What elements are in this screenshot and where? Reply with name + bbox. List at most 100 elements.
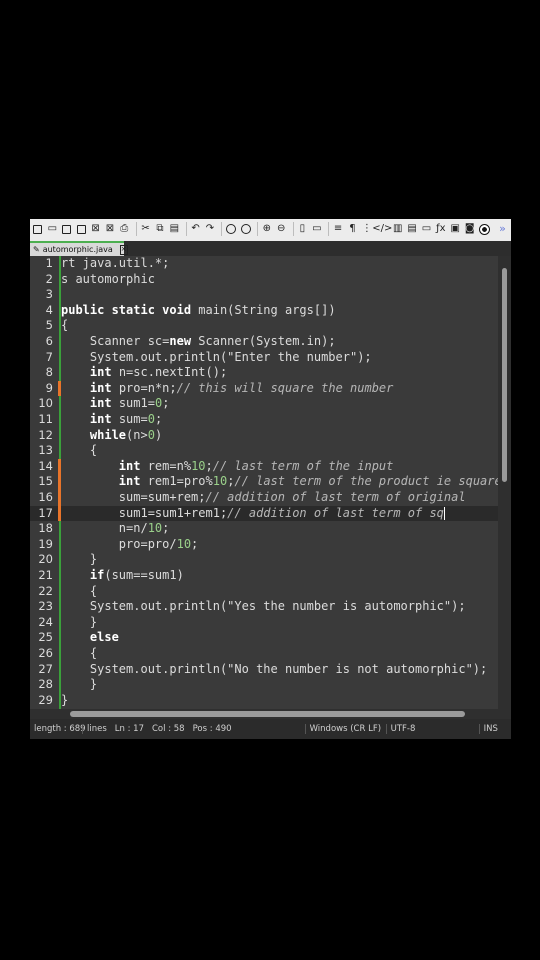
sync-scroll-h-icon[interactable]: ▭ [311, 222, 323, 236]
close-all-icon[interactable]: ⊠ [104, 222, 116, 236]
open-file-icon[interactable]: ▭ [46, 222, 58, 236]
vertical-scrollbar[interactable] [498, 256, 511, 709]
line-number: 19 [38, 536, 53, 551]
line-number: 27 [38, 661, 53, 676]
line-number: 23 [38, 599, 53, 614]
line-number: 28 [38, 677, 53, 692]
code-line[interactable]: 29} [30, 693, 498, 709]
code-line[interactable]: 14 int rem=n%10;// last term of the inpu… [30, 458, 498, 475]
copy-icon[interactable]: ⧉ [154, 222, 166, 236]
code-line[interactable]: 12 while(n>0) [30, 428, 498, 444]
horizontal-scrollbar[interactable] [30, 709, 511, 719]
zoom-out-icon[interactable]: ⊖ [275, 222, 287, 236]
code-line[interactable]: 22 { [30, 584, 498, 600]
line-number: 7 [45, 349, 53, 364]
line-number: 13 [38, 443, 53, 458]
code-line[interactable]: 25 else [30, 630, 498, 646]
code-line[interactable]: 21 if(sum==sum1) [30, 568, 498, 584]
line-number: 16 [38, 490, 53, 504]
code-line[interactable]: 6 Scanner sc=new Scanner(System.in); [30, 334, 498, 350]
word-wrap-icon[interactable]: ≡ [332, 222, 344, 236]
record-icon[interactable] [478, 222, 490, 236]
indent-guide-icon[interactable]: ⋮ [361, 222, 373, 236]
folder-workspace-icon[interactable]: ▭ [421, 222, 433, 236]
macro-icon[interactable]: ◙ [464, 222, 476, 236]
code-line[interactable]: 10 int sum1=0; [30, 396, 498, 412]
code-line[interactable]: 23 System.out.println("Yes the number is… [30, 599, 498, 615]
code-text: { [61, 443, 98, 458]
sync-scroll-v-icon[interactable]: ▯ [296, 222, 308, 236]
paste-icon[interactable]: ▤ [168, 222, 180, 236]
status-encoding[interactable]: UTF-8 [385, 724, 479, 734]
code-line[interactable]: 7 System.out.println("Enter the number")… [30, 350, 498, 366]
code-text: s automorphic [61, 271, 155, 286]
save-all-icon[interactable] [75, 222, 87, 236]
redo-icon[interactable]: ↷ [204, 222, 216, 236]
line-number: 15 [38, 474, 53, 489]
toolbar-separator [135, 222, 137, 236]
code-line[interactable]: 2 s automorphic [30, 272, 498, 288]
line-number: 8 [45, 365, 53, 380]
code-text: sum1=sum1+rem1;// addition of last term … [61, 505, 445, 520]
show-all-chars-icon[interactable]: ¶ [346, 222, 358, 236]
code-text: sum=sum+rem;// addition of last term of … [61, 490, 466, 504]
line-number: 25 [38, 630, 53, 645]
code-line[interactable]: 27 System.out.println("No the number is … [30, 662, 498, 678]
line-number: 12 [38, 427, 53, 442]
doc-map-icon[interactable]: ▥ [392, 222, 404, 236]
horizontal-scroll-thumb[interactable] [70, 711, 465, 717]
code-text: int rem=n%10;// last term of the input [118, 458, 394, 473]
code-line[interactable]: 8 int n=sc.nextInt(); [30, 365, 498, 381]
tab-close-icon[interactable]: × [119, 244, 128, 255]
function-icon[interactable]: ƒx [435, 222, 447, 236]
tab-automorphic-java[interactable]: ✎ automorphic.java × [30, 241, 128, 256]
code-line[interactable]: 16 sum=sum+rem;// addition of last term … [30, 490, 498, 506]
line-number: 22 [38, 583, 53, 598]
code-line[interactable]: 3 [30, 287, 498, 303]
close-icon[interactable]: ⊠ [90, 222, 102, 236]
status-col: Col : 58 [152, 724, 185, 734]
toolbar-overflow-icon[interactable]: » [497, 222, 509, 236]
code-line[interactable]: 11 int sum=0; [30, 412, 498, 428]
code-line[interactable]: 20 } [30, 552, 498, 568]
code-line[interactable]: 4 public static void main(String args[]) [30, 303, 498, 319]
cut-icon[interactable]: ✂ [140, 222, 152, 236]
xml-icon[interactable]: </> [372, 222, 392, 236]
notepad-plus-plus-window: ▭ ⊠ ⊠ ⎙ ✂ ⧉ ▤ ↶ ↷ ⊕ ⊖ ▯ ▭ ≡ ¶ ⋮ </> ▥ ▤ … [30, 219, 511, 739]
function-list-icon[interactable]: ▤ [406, 222, 418, 236]
code-text: { [61, 583, 98, 598]
toolbar-separator [185, 222, 187, 236]
code-text: public static void main(String args[]) [61, 302, 336, 317]
code-text: int sum=0; [89, 412, 163, 426]
code-text: n=n/10; [61, 521, 170, 536]
code-text: } [61, 614, 98, 629]
undo-icon[interactable]: ↶ [190, 222, 202, 236]
code-text: int n=sc.nextInt(); [89, 365, 228, 380]
code-line[interactable]: 9 int pro=n*n;// this will square the nu… [30, 380, 498, 397]
code-line[interactable]: 26 { [30, 646, 498, 662]
replace-icon[interactable] [240, 222, 252, 236]
code-line[interactable]: 5{ [30, 318, 498, 334]
find-icon[interactable] [225, 222, 237, 236]
new-file-icon[interactable] [32, 222, 44, 236]
code-line[interactable]: 17 sum1=sum1+rem1;// addition of last te… [30, 505, 498, 522]
code-line[interactable]: 28 } [30, 677, 498, 693]
code-line[interactable]: 19 pro=pro/10; [30, 537, 498, 553]
print-icon[interactable]: ⎙ [118, 222, 130, 236]
code-line[interactable]: 15 int rem1=pro%10;// last term of the p… [30, 474, 502, 490]
status-length: length : 689 [34, 724, 86, 734]
vertical-scroll-thumb[interactable] [502, 268, 507, 482]
status-eol[interactable]: Windows (CR LF) [304, 724, 386, 734]
code-line[interactable]: 24 } [30, 615, 498, 631]
line-number: 1 [45, 256, 53, 270]
code-line[interactable]: 13 { [30, 443, 498, 459]
code-text: pro=pro/10; [61, 536, 199, 551]
line-number: 4 [45, 302, 53, 317]
code-line[interactable]: 1 rt java.util.*; [30, 256, 498, 272]
status-mode[interactable]: INS [478, 724, 502, 734]
monitor-icon[interactable]: ▣ [449, 222, 461, 236]
code-editor[interactable]: 1 rt java.util.*; 2 s automorphic 3 4 public s… [30, 256, 502, 709]
code-line[interactable]: 18 n=n/10; [30, 521, 498, 537]
save-icon[interactable] [61, 222, 73, 236]
zoom-in-icon[interactable]: ⊕ [261, 222, 273, 236]
